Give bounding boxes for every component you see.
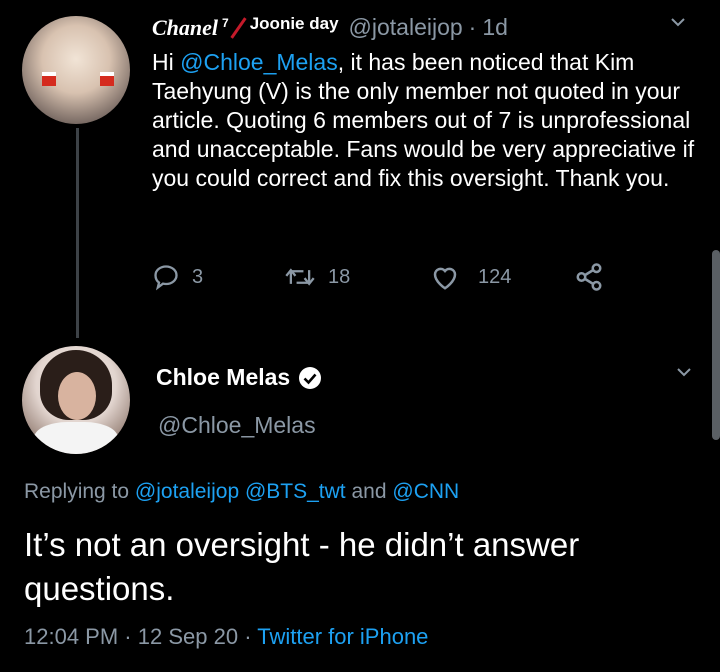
flag-emoji-icon <box>100 72 114 86</box>
separator-dot: · <box>244 624 258 649</box>
retweet-button[interactable]: 18 <box>284 263 430 291</box>
mention-link[interactable]: @BTS_twt <box>245 480 346 503</box>
flag-emoji-icon <box>42 72 56 86</box>
name-suffix: Joonie day <box>249 13 339 33</box>
like-count: 124 <box>478 265 512 288</box>
chevron-down-icon[interactable] <box>676 364 692 380</box>
mention-link[interactable]: @jotaleijop <box>135 480 239 503</box>
display-name-row: Chloe Melas <box>156 364 322 391</box>
reply-count: 3 <box>192 265 204 288</box>
tweet-time[interactable]: 1d <box>482 14 508 41</box>
name-superscript: 7 <box>222 15 229 30</box>
chevron-down-icon[interactable] <box>670 14 686 30</box>
replying-to: Replying to @jotaleijop @BTS_twt and @CN… <box>24 480 459 504</box>
scrollbar[interactable] <box>712 250 720 440</box>
tweet-text-part: Hi <box>152 49 181 75</box>
avatar[interactable] <box>22 16 130 124</box>
tweet-time: 12:04 PM <box>24 624 119 649</box>
replying-and: and <box>345 480 393 503</box>
replying-prefix: Replying to <box>24 480 135 503</box>
tweet-header: Chanel 7 Joonie day @jotaleijop · 1d <box>152 14 508 41</box>
like-button[interactable]: 124 <box>430 263 574 291</box>
tweet-source-link[interactable]: Twitter for iPhone <box>257 624 428 649</box>
retweet-icon <box>285 268 315 286</box>
retweet-count: 18 <box>328 265 351 288</box>
mention-link[interactable]: @Chloe_Melas <box>180 49 338 75</box>
share-button[interactable] <box>574 262 604 292</box>
tweet-meta: 12:04 PM · 12 Sep 20 · Twitter for iPhon… <box>24 624 428 650</box>
thread-line <box>76 128 79 338</box>
display-name[interactable]: Chanel <box>152 15 218 41</box>
separator-dot: · <box>468 14 477 40</box>
verified-icon <box>299 366 322 389</box>
reply-button[interactable]: 3 <box>152 263 284 291</box>
avatar[interactable] <box>22 346 130 454</box>
separator-dot: · <box>124 624 138 649</box>
tweet-text: Hi @Chloe_Melas, it has been noticed tha… <box>152 48 712 193</box>
reply-icon <box>154 265 178 291</box>
display-name[interactable]: Chloe Melas <box>156 364 290 391</box>
tweet-text: It’s not an oversight - he didn’t answer… <box>24 526 580 607</box>
user-handle[interactable]: @jotaleijop <box>349 14 463 41</box>
slash-icon <box>230 16 247 39</box>
user-handle[interactable]: @Chloe_Melas <box>158 412 316 439</box>
share-icon <box>576 263 602 291</box>
tweet-date: 12 Sep 20 <box>137 624 239 649</box>
like-icon <box>433 267 457 290</box>
tweet-actions: 3 18 124 <box>152 262 604 292</box>
mention-link[interactable]: @CNN <box>392 480 459 503</box>
